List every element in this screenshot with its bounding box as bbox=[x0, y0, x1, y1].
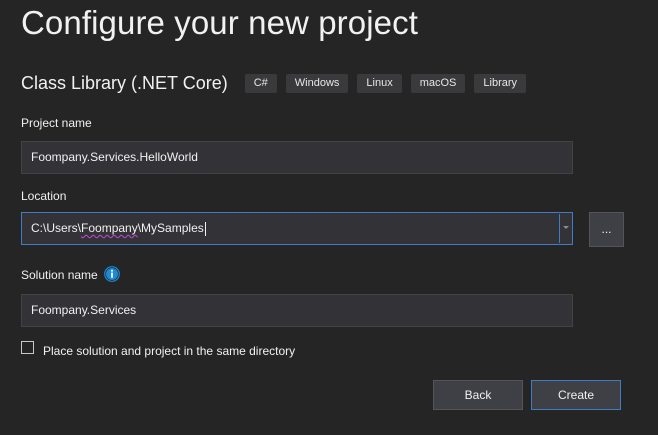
solution-name-label: Solution name bbox=[21, 268, 98, 282]
project-name-value: Foompany.Services.HelloWorld bbox=[31, 150, 198, 164]
location-combobox[interactable]: C:\Users\Foompany\MySamples bbox=[21, 212, 573, 245]
tag-windows: Windows bbox=[285, 73, 349, 93]
back-button[interactable]: Back bbox=[433, 380, 523, 410]
browse-button[interactable]: ... bbox=[589, 212, 624, 247]
info-icon[interactable] bbox=[104, 266, 120, 282]
page-title: Configure your new project bbox=[21, 4, 418, 41]
same-directory-checkbox[interactable] bbox=[21, 341, 34, 354]
tag-macos: macOS bbox=[410, 73, 466, 93]
template-summary: Class Library (.NET Core) C# Windows Lin… bbox=[21, 70, 535, 96]
same-directory-label[interactable]: Place solution and project in the same d… bbox=[43, 344, 295, 358]
spellcheck-word: Foompany bbox=[81, 221, 138, 235]
dropdown-separator bbox=[559, 214, 560, 243]
location-value: C:\Users\Foompany\MySamples bbox=[31, 221, 204, 235]
chevron-down-icon[interactable] bbox=[563, 226, 569, 229]
configure-project-dialog: Configure your new project Class Library… bbox=[0, 0, 658, 435]
project-name-label: Project name bbox=[21, 116, 92, 130]
create-button[interactable]: Create bbox=[531, 380, 621, 410]
project-name-input[interactable]: Foompany.Services.HelloWorld bbox=[21, 141, 573, 174]
tag-linux: Linux bbox=[357, 73, 402, 93]
template-name: Class Library (.NET Core) bbox=[21, 72, 228, 93]
solution-name-input[interactable]: Foompany.Services bbox=[21, 294, 573, 327]
solution-name-value: Foompany.Services bbox=[31, 303, 137, 317]
location-label: Location bbox=[21, 189, 67, 203]
tag-csharp: C# bbox=[244, 73, 277, 93]
text-cursor bbox=[204, 221, 206, 236]
tag-library: Library bbox=[474, 73, 527, 93]
